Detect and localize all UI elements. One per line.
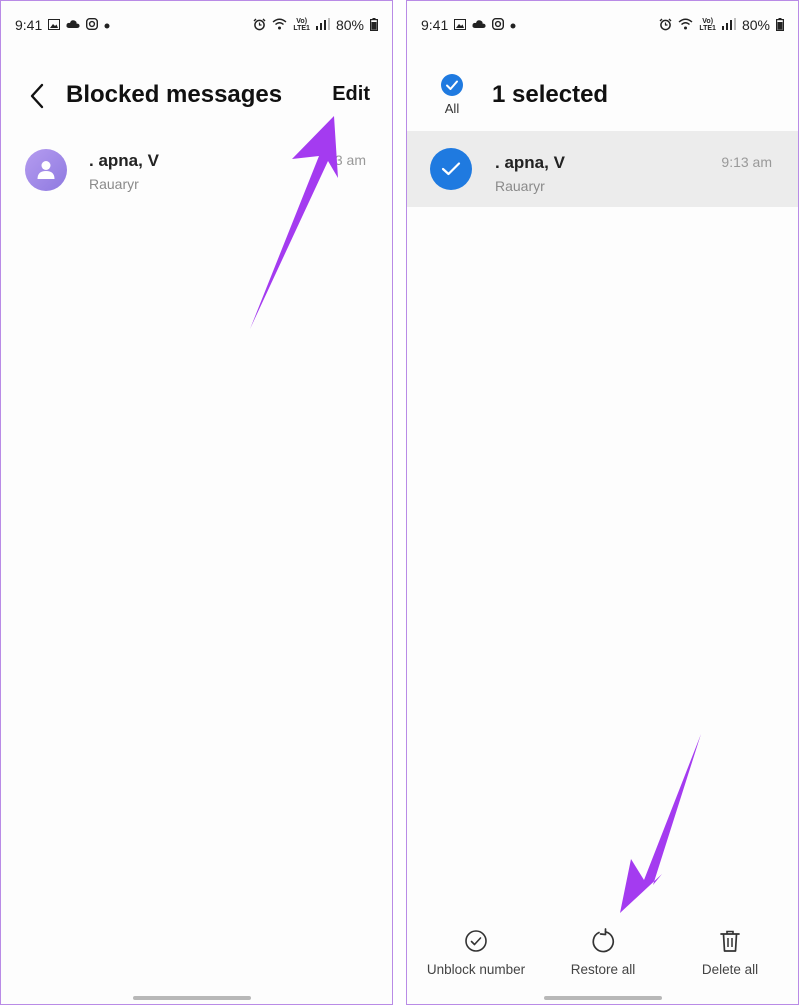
- unblock-number-label: Unblock number: [426, 962, 526, 977]
- notification-dot-icon: [510, 19, 516, 31]
- selected-checkmark-icon[interactable]: [430, 148, 472, 190]
- delete-all-button[interactable]: Delete all: [665, 926, 795, 977]
- page-title: Blocked messages: [66, 81, 283, 108]
- instagram-icon: [492, 17, 505, 32]
- bottom-action-bar: Unblock number Restore all Delete all: [407, 926, 798, 986]
- battery-percent: 80%: [741, 17, 770, 33]
- back-arrow-icon[interactable]: [27, 83, 47, 109]
- signal-icon: [721, 18, 736, 32]
- volte-label: Vo): [296, 18, 308, 25]
- blocked-message-item[interactable]: . apna, V Rauaryr 3 am: [1, 129, 392, 207]
- blocked-message-item-selected[interactable]: . apna, V Rauaryr 9:13 am: [407, 131, 798, 207]
- home-indicator: [544, 996, 662, 1000]
- blocked-messages-screen: 9:41 Vo) LTE1 80% Blocked messages Edit …: [0, 0, 393, 1005]
- wifi-icon: [272, 18, 287, 32]
- instagram-icon: [86, 17, 99, 32]
- trash-icon: [665, 926, 795, 956]
- wifi-icon: [678, 18, 693, 32]
- alarm-icon: [659, 18, 672, 33]
- lte-label: LTE1: [293, 25, 310, 32]
- volte-label: Vo): [702, 18, 714, 25]
- edit-button[interactable]: Edit: [332, 83, 370, 106]
- battery-icon: [776, 17, 785, 33]
- volte-indicator: Vo) LTE1: [293, 18, 310, 32]
- battery-icon: [370, 17, 379, 33]
- home-indicator: [133, 996, 251, 1000]
- status-bar: 9:41 Vo) LTE1 80%: [407, 1, 798, 49]
- gallery-icon: [48, 18, 61, 32]
- check-circle-icon: [411, 926, 541, 956]
- message-time: 3 am: [334, 152, 366, 168]
- restore-icon: [538, 926, 668, 956]
- message-sender: . apna, V: [495, 153, 565, 172]
- avatar-icon: [25, 149, 67, 191]
- message-preview: Rauaryr: [495, 178, 545, 194]
- cloud-icon: [66, 19, 80, 31]
- signal-icon: [315, 18, 330, 32]
- delete-all-label: Delete all: [701, 962, 759, 977]
- select-all-checkbox[interactable]: All: [439, 74, 465, 116]
- message-sender: . apna, V: [89, 151, 159, 170]
- select-all-label: All: [444, 101, 460, 116]
- volte-indicator: Vo) LTE1: [699, 18, 716, 32]
- cloud-icon: [472, 19, 486, 31]
- unblock-number-button[interactable]: Unblock number: [411, 926, 541, 977]
- gallery-icon: [454, 18, 467, 32]
- battery-percent: 80%: [335, 17, 364, 33]
- lte-label: LTE1: [699, 25, 716, 32]
- restore-all-label: Restore all: [570, 962, 636, 977]
- selection-mode-screen: 9:41 Vo) LTE1 80% All 1 selected . apna,…: [406, 0, 799, 1005]
- notification-dot-icon: [104, 19, 110, 31]
- selected-count-title: 1 selected: [492, 81, 609, 108]
- alarm-icon: [253, 18, 266, 33]
- status-time: 9:41: [421, 17, 449, 33]
- message-preview: Rauaryr: [89, 176, 139, 192]
- restore-all-button[interactable]: Restore all: [538, 926, 668, 977]
- checkmark-icon: [441, 74, 463, 96]
- status-bar: 9:41 Vo) LTE1 80%: [1, 1, 392, 49]
- message-time: 9:13 am: [721, 154, 772, 170]
- app-bar: Blocked messages Edit: [1, 75, 392, 119]
- status-time: 9:41: [15, 17, 43, 33]
